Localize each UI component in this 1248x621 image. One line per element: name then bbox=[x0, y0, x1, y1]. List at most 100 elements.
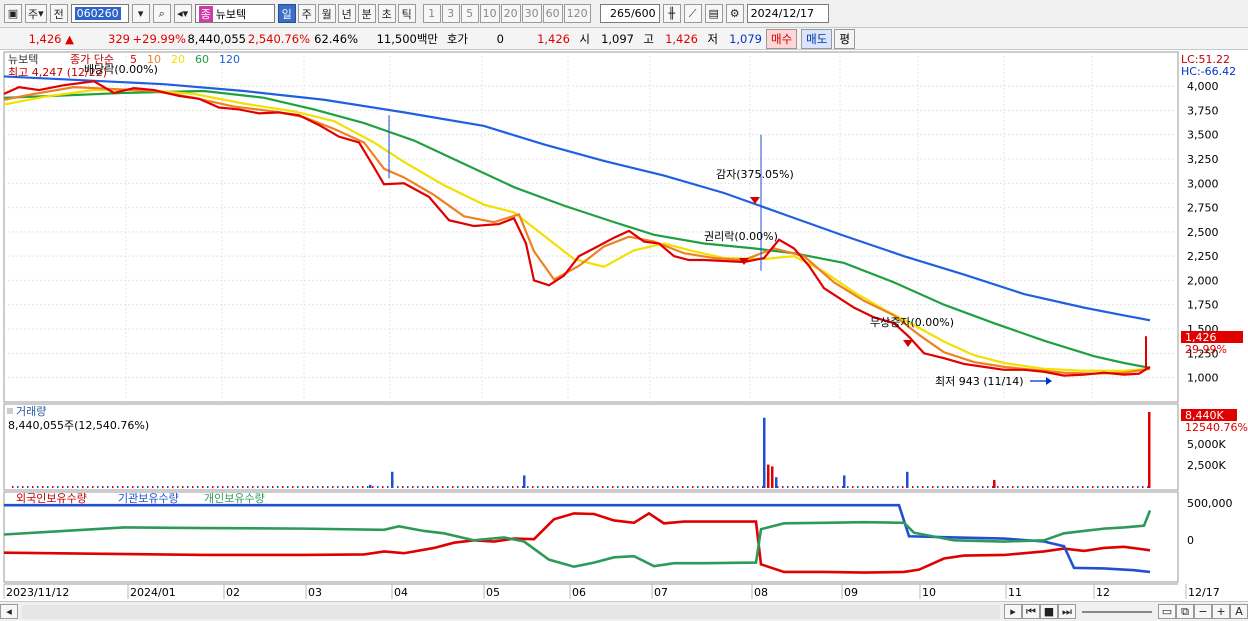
copy-icon[interactable]: ⧉ bbox=[1176, 604, 1194, 619]
prev-button[interactable]: 전 bbox=[49, 4, 68, 23]
count-button[interactable]: 120 bbox=[563, 4, 591, 23]
volume-bar bbox=[407, 486, 409, 488]
change-pct: +29.99% bbox=[132, 31, 187, 46]
volume-bar bbox=[277, 486, 279, 488]
text-icon[interactable]: A bbox=[1230, 604, 1248, 619]
amount: 11,500백만 bbox=[376, 31, 438, 46]
volume-bar bbox=[167, 486, 169, 488]
zoom-in-icon[interactable]: + bbox=[1212, 604, 1230, 619]
volume-bar bbox=[327, 486, 329, 488]
speaker-icon[interactable]: ◂▾ bbox=[173, 4, 192, 23]
average-button[interactable]: 평 bbox=[834, 28, 855, 49]
volume-bar bbox=[997, 486, 999, 488]
volume-bar bbox=[602, 486, 604, 488]
period-button[interactable]: 분 bbox=[357, 4, 376, 23]
volume-bar bbox=[942, 486, 944, 488]
volume-bar bbox=[307, 486, 309, 488]
volume-bar bbox=[332, 486, 334, 488]
volume-bar bbox=[197, 486, 199, 488]
volume-bar bbox=[232, 486, 234, 488]
y-tick-label: 1,000 bbox=[1187, 372, 1219, 385]
candle-icon[interactable]: ╫ bbox=[662, 4, 681, 23]
volume-bar bbox=[672, 486, 674, 488]
volume-bar bbox=[37, 486, 39, 488]
volume-bar bbox=[922, 486, 924, 488]
volume-bar bbox=[597, 486, 599, 488]
count-button[interactable]: 20 bbox=[500, 4, 521, 23]
stop-icon[interactable]: ■ bbox=[1040, 604, 1058, 619]
search-icon[interactable]: ⌕ bbox=[152, 4, 171, 23]
volume-bar bbox=[507, 486, 509, 488]
count-button[interactable]: 5 bbox=[460, 4, 479, 23]
volume-bar bbox=[227, 486, 229, 488]
volume-bar bbox=[187, 486, 189, 488]
volume-bar bbox=[1002, 486, 1004, 488]
scroll-right-icon[interactable]: ▸ bbox=[1004, 604, 1022, 619]
rewind-icon[interactable]: ⏮ bbox=[1022, 604, 1040, 619]
volume-bar bbox=[1132, 486, 1134, 488]
volume-bar bbox=[677, 486, 679, 488]
volume-bar bbox=[132, 486, 134, 488]
volume-bar bbox=[587, 486, 589, 488]
volume-bar bbox=[217, 486, 219, 488]
volume-bar bbox=[12, 486, 14, 488]
legend-stock-name: 뉴보텍 bbox=[8, 53, 38, 66]
volume-bar bbox=[102, 486, 104, 488]
stock-name-field[interactable]: 종 뉴보텍 bbox=[194, 4, 275, 23]
volume-bar bbox=[312, 486, 314, 488]
volume-bar bbox=[682, 486, 684, 488]
volume-bar bbox=[577, 486, 579, 488]
period-button[interactable]: 일 bbox=[277, 4, 296, 23]
gear-icon[interactable]: ⚙ bbox=[725, 4, 744, 23]
count-button[interactable]: 60 bbox=[542, 4, 563, 23]
stock-type-badge: 종 bbox=[198, 5, 213, 22]
volume-bar bbox=[1007, 486, 1009, 488]
market-select[interactable]: 주 ▾ bbox=[25, 4, 47, 23]
volume-bar bbox=[937, 486, 939, 488]
volume-bar bbox=[642, 486, 644, 488]
volume-bar bbox=[77, 486, 79, 488]
layout-icon[interactable]: ▭ bbox=[1158, 604, 1176, 619]
volume-bar bbox=[1137, 486, 1139, 488]
count-button[interactable]: 1 bbox=[422, 4, 441, 23]
count-button[interactable]: 10 bbox=[479, 4, 500, 23]
volume-bar bbox=[1017, 486, 1019, 488]
window-icon[interactable]: ▣ bbox=[4, 4, 22, 23]
range-input[interactable]: 265/600 bbox=[599, 4, 660, 23]
volume-panel-icon bbox=[7, 408, 13, 414]
y-tick-label: 4,000 bbox=[1187, 80, 1219, 93]
open-label: 시 bbox=[579, 31, 590, 46]
zoom-out-icon[interactable]: − bbox=[1194, 604, 1212, 619]
draw-icon[interactable]: ⟋ bbox=[683, 4, 702, 23]
count-button[interactable]: 30 bbox=[521, 4, 542, 23]
volume-bar bbox=[1127, 486, 1129, 488]
buy-button[interactable]: 매수 bbox=[766, 28, 798, 49]
count-button[interactable]: 3 bbox=[441, 4, 460, 23]
high-label: 고 bbox=[643, 31, 654, 46]
chart-svg[interactable]: 1,0001,2501,5001,7502,0002,2502,5002,750… bbox=[0, 51, 1248, 601]
volume-bar bbox=[702, 486, 704, 488]
sell-button[interactable]: 매도 bbox=[801, 28, 833, 49]
horizontal-scrollbar[interactable] bbox=[22, 604, 1000, 619]
code-input[interactable]: 060260 bbox=[70, 4, 129, 23]
date-input[interactable]: 2024/12/17 bbox=[746, 4, 829, 23]
forward-icon[interactable]: ⏭ bbox=[1058, 604, 1076, 619]
volume-bar bbox=[502, 486, 504, 488]
code-dropdown-icon[interactable]: ▾ bbox=[131, 4, 150, 23]
period-button[interactable]: 년 bbox=[337, 4, 356, 23]
legend-ma-60: 60 bbox=[195, 53, 209, 66]
save-icon[interactable]: ▤ bbox=[704, 4, 723, 23]
y-tick-label: 2,750 bbox=[1187, 202, 1219, 215]
volume-bar bbox=[1022, 486, 1024, 488]
chart-area[interactable]: 1,000 1,250 1,500 1,750 2,000 2,250 2,500 2,750… bbox=[0, 51, 1248, 601]
scroll-left-icon[interactable]: ◂ bbox=[0, 604, 18, 619]
volume-tick-2500: 2,500K bbox=[1187, 459, 1226, 472]
period-button[interactable]: 초 bbox=[377, 4, 396, 23]
volume-bar bbox=[1047, 486, 1049, 488]
period-button[interactable]: 틱 bbox=[397, 4, 416, 23]
volume-bar bbox=[1012, 486, 1014, 488]
volume-bar bbox=[487, 486, 489, 488]
period-button[interactable]: 주 bbox=[297, 4, 316, 23]
period-button[interactable]: 월 bbox=[317, 4, 336, 23]
zoom-slider[interactable] bbox=[1082, 610, 1152, 613]
